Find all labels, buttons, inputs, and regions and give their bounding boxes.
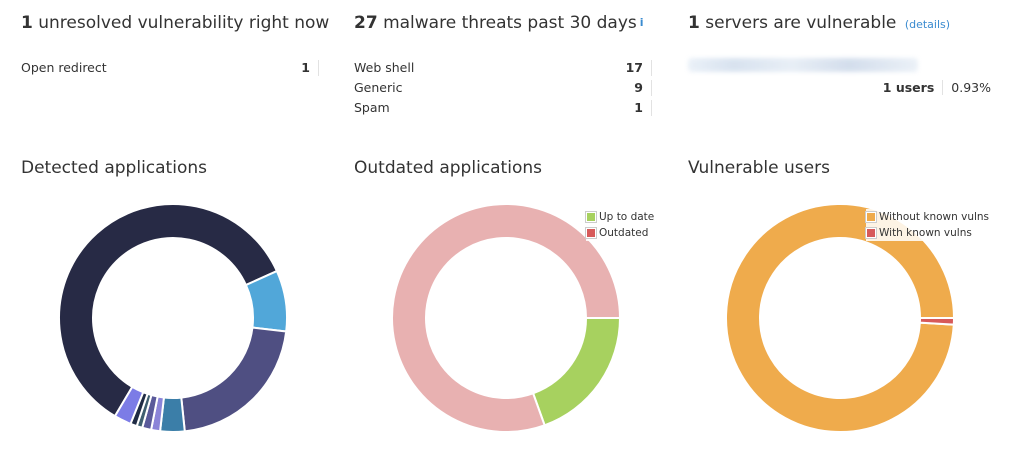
legend-swatch bbox=[865, 211, 877, 223]
detected-applications-title: Detected applications bbox=[21, 158, 207, 178]
legend-swatch bbox=[585, 211, 597, 223]
legend-item-outdated[interactable]: Outdated bbox=[585, 225, 655, 241]
vulnerable-users-title: Vulnerable users bbox=[688, 158, 830, 178]
list-item-count: 9 bbox=[612, 80, 652, 96]
info-icon[interactable]: i bbox=[640, 16, 644, 29]
legend-item-with-known-vulns[interactable]: With known vulns bbox=[865, 225, 990, 241]
servers-count: 1 bbox=[688, 13, 700, 33]
list-item[interactable]: Web shell 17 bbox=[354, 60, 652, 80]
servers-headline: 1 servers are vulnerable (details) bbox=[688, 12, 950, 36]
outdated-applications-title: Outdated applications bbox=[354, 158, 542, 178]
malware-count: 27 bbox=[354, 13, 378, 33]
malware-headline: 27 malware threats past 30 days i bbox=[354, 12, 644, 34]
users-count: 1 users bbox=[882, 80, 944, 95]
vulnerable-users-stat: 1 users 0.93% bbox=[882, 80, 991, 96]
list-item-count: 1 bbox=[279, 60, 319, 76]
outdated-legend: Up to date Outdated bbox=[585, 209, 655, 241]
list-item[interactable]: Generic 9 bbox=[354, 80, 652, 100]
legend-item-up-to-date[interactable]: Up to date bbox=[585, 209, 655, 225]
donut-segment[interactable] bbox=[180, 326, 288, 433]
vulnerabilities-list: Open redirect 1 bbox=[21, 60, 319, 80]
vulnerable-legend: Without known vulns With known vulns bbox=[865, 209, 990, 241]
users-percentage: 0.93% bbox=[951, 80, 991, 95]
list-item-label: Spam bbox=[354, 100, 390, 115]
servers-text: servers are vulnerable bbox=[705, 13, 897, 33]
list-item-count: 1 bbox=[612, 100, 652, 116]
legend-item-without-known-vulns[interactable]: Without known vulns bbox=[865, 209, 990, 225]
legend-label: Up to date bbox=[599, 211, 655, 223]
vulnerabilities-count: 1 bbox=[21, 13, 33, 33]
legend-swatch bbox=[585, 227, 597, 239]
malware-text: malware threats past 30 days bbox=[383, 13, 637, 33]
list-item-count: 17 bbox=[612, 60, 652, 76]
list-item-label: Generic bbox=[354, 80, 403, 95]
legend-label: Without known vulns bbox=[879, 211, 990, 223]
list-item-label: Open redirect bbox=[21, 60, 107, 75]
list-item-label: Web shell bbox=[354, 60, 415, 75]
legend-label: Outdated bbox=[599, 227, 649, 239]
vulnerabilities-headline: 1 unresolved vulnerability right now bbox=[21, 12, 329, 34]
details-link[interactable]: (details) bbox=[905, 18, 950, 31]
legend-swatch bbox=[865, 227, 877, 239]
donut-segment[interactable] bbox=[918, 317, 956, 326]
redacted-server-name bbox=[688, 58, 918, 72]
vulnerabilities-text: unresolved vulnerability right now bbox=[38, 13, 330, 33]
donut-segment[interactable] bbox=[531, 317, 622, 427]
detected-applications-donut bbox=[57, 202, 289, 434]
list-item[interactable]: Open redirect 1 bbox=[21, 60, 319, 80]
malware-list: Web shell 17 Generic 9 Spam 1 bbox=[354, 60, 652, 120]
legend-label: With known vulns bbox=[879, 227, 972, 239]
list-item[interactable]: Spam 1 bbox=[354, 100, 652, 120]
